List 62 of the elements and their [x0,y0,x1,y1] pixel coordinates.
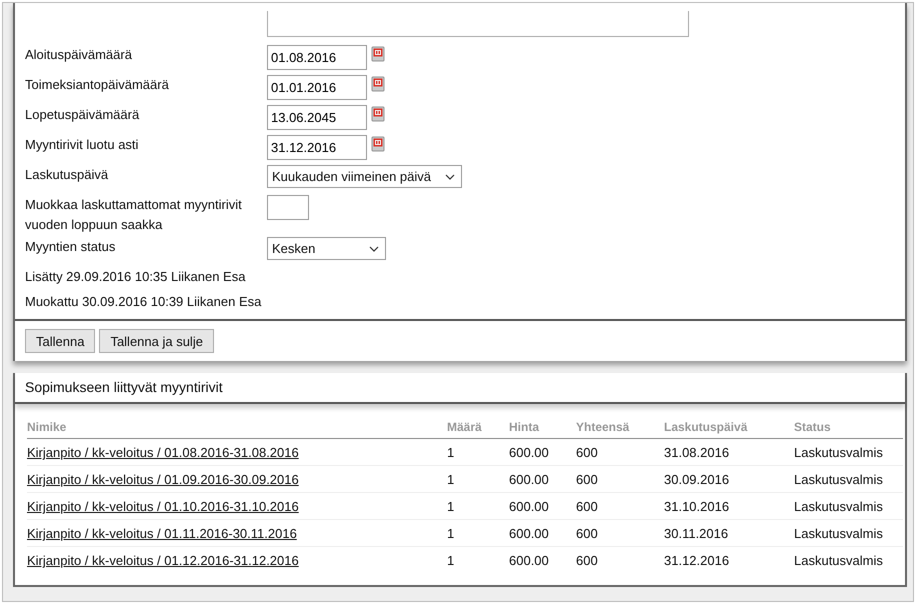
table-cell: 1 [447,520,509,546]
table-cell: 30.09.2016 [664,466,794,492]
item-link[interactable]: Kirjanpito / kk-veloitus / 01.08.2016-31.08.2016 [27,445,299,460]
field-label: Myyntirivit luotu asti [25,136,140,154]
table-cell: 1 [447,466,509,492]
table-cell: Laskutusvalmis [794,438,903,466]
table-cell: 600 [576,546,664,573]
column-header: Laskutuspäivä [664,416,794,438]
date-field[interactable]: 01.01.2016 [267,75,367,100]
column-header: Yhteensä [576,416,664,438]
table-cell: 600.00 [509,520,576,546]
dropdown[interactable]: Kesken [267,237,386,260]
table-cell: Laskutusvalmis [794,520,903,546]
field-label: Toimeksiantopäivämäärä [25,76,170,94]
table-cell: Laskutusvalmis [794,466,903,492]
field-label: Aloituspäivämäärä [25,46,133,64]
table-cell: 600 [576,492,664,520]
table-cell: 1 [447,438,509,466]
description-field[interactable] [267,11,689,37]
table-cell: 31.08.2016 [664,438,794,466]
calendar-icon[interactable] [371,46,385,62]
field-label: Muokkaa laskuttamattomat myyntirivit vuoden loppuun saakka [25,196,243,234]
column-header: Status [794,416,903,438]
table-cell: 31.10.2016 [664,492,794,520]
column-header: Nimike [27,416,447,438]
table-cell: 1 [447,546,509,573]
save-button[interactable]: Tallenna ja sulje [99,329,214,353]
table-cell: 600 [576,520,664,546]
column-header: Määrä [447,416,509,438]
item-link[interactable]: Kirjanpito / kk-veloitus / 01.12.2016-31.12.2016 [27,553,299,568]
table-cell: 600.00 [509,466,576,492]
save-button[interactable]: Tallenna [25,329,96,353]
field-label: Laskutuspäivä [25,166,110,184]
table-cell: Laskutusvalmis [794,546,903,573]
field-label: Lopetuspäivämäärä [25,106,140,124]
table-cell: 1 [447,492,509,520]
dropdown[interactable]: Kuukauden viimeinen päivä [267,165,462,188]
text-field[interactable] [267,195,309,220]
chevron-down-icon [445,174,455,180]
table-cell: 600 [576,438,664,466]
field-label: Myyntien status [25,238,116,256]
item-link[interactable]: Kirjanpito / kk-veloitus / 01.09.2016-30.09.2016 [27,472,299,487]
audit-text: Muokattu 30.09.2016 10:39 Liikanen Esa [24,293,262,311]
item-link[interactable]: Kirjanpito / kk-veloitus / 01.11.2016-30.11.2016 [27,526,297,541]
table-cell: 30.11.2016 [664,520,794,546]
date-field[interactable]: 13.06.2045 [267,105,367,130]
date-field[interactable]: 01.08.2016 [267,45,367,70]
calendar-icon[interactable] [371,76,385,92]
table-cell: 600.00 [509,492,576,520]
table-cell: 600.00 [509,546,576,573]
table-cell: 31.12.2016 [664,546,794,573]
date-field[interactable]: 31.12.2016 [267,135,367,160]
table-cell: 600 [576,466,664,492]
calendar-icon[interactable] [371,136,385,152]
column-header: Hinta [509,416,576,438]
audit-text: Lisätty 29.09.2016 10:35 Liikanen Esa [24,268,246,286]
chevron-down-icon [369,246,379,252]
table-cell: 600.00 [509,438,576,466]
calendar-icon[interactable] [371,106,385,122]
table-cell: Laskutusvalmis [794,492,903,520]
item-link[interactable]: Kirjanpito / kk-veloitus / 01.10.2016-31.10.2016 [27,499,299,514]
section-title: Sopimukseen liittyvät myyntirivit [15,373,905,404]
